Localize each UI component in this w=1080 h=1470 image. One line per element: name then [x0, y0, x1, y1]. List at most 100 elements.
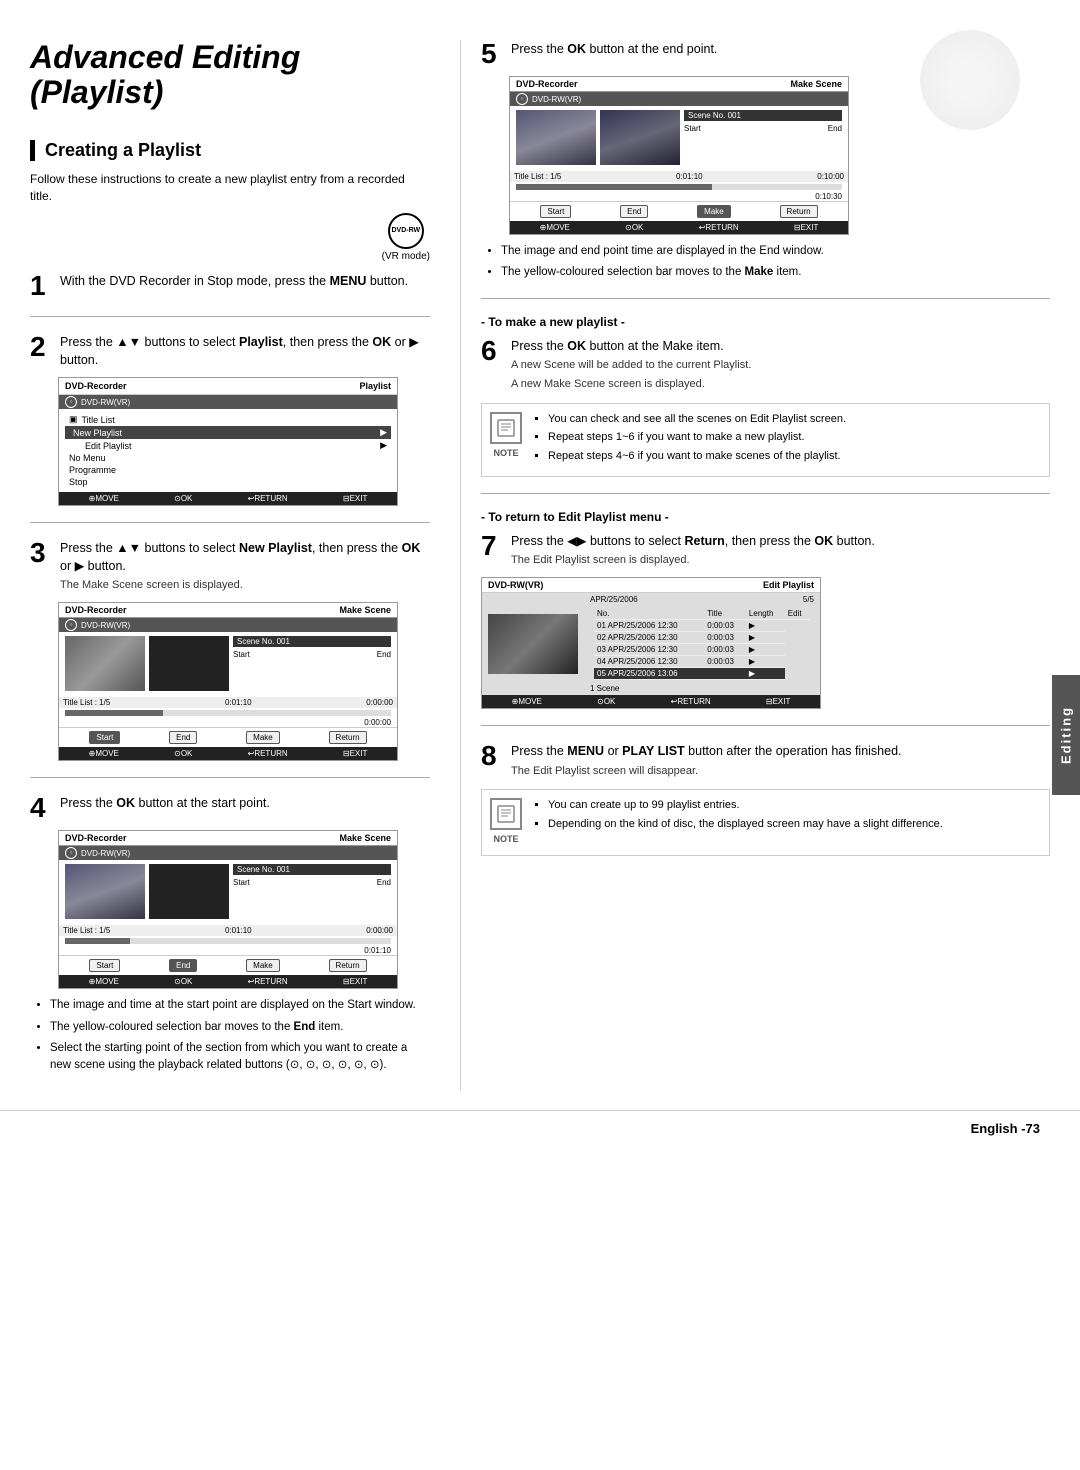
- step-3-text: Press the ▲▼ buttons to select New Playl…: [60, 539, 430, 594]
- intro-text: Follow these instructions to create a ne…: [30, 171, 430, 205]
- progress-fill-3: [65, 710, 163, 716]
- left-column: Advanced Editing (Playlist) Creating a P…: [30, 40, 460, 1090]
- dvd-small-icon: ○: [65, 396, 77, 408]
- divider-7: [481, 725, 1050, 726]
- step-1-number: 1: [30, 272, 52, 300]
- btn-return-5[interactable]: Return: [780, 205, 818, 218]
- note-content-6: You can check and see all the scenes on …: [530, 412, 1041, 469]
- ep-header: DVD-RW(VR) Edit Playlist: [482, 578, 820, 593]
- btn-return-3[interactable]: Return: [329, 731, 367, 744]
- step-7-number: 7: [481, 532, 503, 560]
- note-label-6: NOTE: [493, 448, 518, 458]
- note-item-6-2: Repeat steps 1~6 if you want to make a n…: [548, 430, 1041, 446]
- btn-make-3[interactable]: Make: [246, 731, 280, 744]
- step-6-header: 6 Press the OK button at the Make item. …: [481, 337, 1050, 393]
- progress-bar-4: [65, 938, 391, 944]
- ep-row-1: 01 APR/25/2006 12:30 0:00:03 ▶: [594, 620, 810, 632]
- scene-no-bar-5: Scene No. 001: [684, 110, 842, 121]
- scene-info-3: Scene No. 001 Start End: [233, 636, 391, 691]
- ep-row-3: 03 APR/25/2006 12:30 0:00:03 ▶: [594, 644, 810, 656]
- dvd-rw-icon: DVD-RW: [388, 213, 424, 249]
- step4-bullets: The image and time at the start point ar…: [30, 997, 430, 1074]
- bullet-5-1: The image and end point time are display…: [501, 243, 1050, 260]
- note-item-8-2: Depending on the kind of disc, the displ…: [548, 817, 1041, 833]
- btn-make-5[interactable]: Make: [697, 205, 731, 218]
- content-wrapper: Advanced Editing (Playlist) Creating a P…: [0, 40, 1080, 1146]
- scene-info-5: Scene No. 001 Start End: [684, 110, 842, 165]
- make-scene-header-3: DVD-Recorder Make Scene: [59, 603, 397, 618]
- progress-bar-5: [516, 184, 842, 190]
- step-8-block: 8 Press the MENU or PLAY LIST button aft…: [481, 742, 1050, 856]
- btn-make-4[interactable]: Make: [246, 959, 280, 972]
- progress-bar-3: [65, 710, 391, 716]
- ep-row-4: 04 APR/25/2006 12:30 0:00:03 ▶: [594, 656, 810, 668]
- dvd-row-4: ○ DVD-RW(VR): [59, 846, 397, 860]
- ep-info: APR/25/2006 5/5 No. Title Length: [584, 595, 814, 693]
- bullet-5-2: The yellow-coloured selection bar moves …: [501, 264, 1050, 281]
- step-1-header: 1 With the DVD Recorder in Stop mode, pr…: [30, 272, 430, 300]
- sub-heading-make-new: - To make a new playlist -: [481, 315, 1050, 329]
- scene-no-bar-4: Scene No. 001: [233, 864, 391, 875]
- video-thumb-start-5: [516, 110, 596, 165]
- btn-end-4[interactable]: End: [169, 959, 197, 972]
- step-5-text: Press the OK button at the end point.: [511, 40, 1050, 58]
- step-8-header: 8 Press the MENU or PLAY LIST button aft…: [481, 742, 1050, 779]
- step-6-block: 6 Press the OK button at the Make item. …: [481, 337, 1050, 478]
- video-thumb-start-4: [65, 864, 145, 919]
- time-info-5: Start End: [684, 124, 842, 133]
- step-2-header: 2 Press the ▲▼ buttons to select Playlis…: [30, 333, 430, 369]
- note-svg-8: [496, 804, 516, 824]
- menu-item-nomenu: No Menu: [65, 452, 391, 464]
- step-4-block: 4 Press the OK button at the start point…: [30, 794, 430, 1074]
- btn-start-3[interactable]: Start: [89, 731, 120, 744]
- note-item-6-3: Repeat steps 4~6 if you want to make sce…: [548, 449, 1041, 465]
- note-box-6: NOTE You can check and see all the scene…: [481, 403, 1050, 478]
- btn-start-5[interactable]: Start: [540, 205, 571, 218]
- page-footer: English -73: [0, 1110, 1080, 1146]
- note-list-6: You can check and see all the scenes on …: [530, 412, 1041, 466]
- step-3-subtext: The Make Scene screen is displayed.: [60, 579, 243, 591]
- menu-item-newplaylist: New Playlist ▶: [65, 426, 391, 439]
- step-8-sub: The Edit Playlist screen will disappear.: [511, 765, 698, 777]
- divider-1: [30, 316, 430, 317]
- ep-row-5: 05 APR/25/2006 13:06 ▶: [594, 668, 810, 680]
- video-thumb-end-4: [149, 864, 229, 919]
- btn-start-4[interactable]: Start: [89, 959, 120, 972]
- time-info-4: Start End: [233, 878, 391, 887]
- section-heading: Creating a Playlist: [30, 140, 430, 161]
- footer-4: ⊕MOVE ⊙OK ↩RETURN ⊟EXIT: [59, 975, 397, 988]
- menu-item-titlelist: ▣ Title List: [65, 413, 391, 426]
- step-1-block: 1 With the DVD Recorder in Stop mode, pr…: [30, 272, 430, 300]
- screen-dvd-row: ○ DVD-RW(VR): [59, 395, 397, 409]
- make-scene-screen-step5: DVD-Recorder Make Scene ○ DVD-RW(VR): [509, 76, 849, 235]
- make-scene-screen-step3: DVD-Recorder Make Scene ○ DVD-RW(VR): [58, 602, 398, 761]
- screen-header: DVD-Recorder Playlist: [59, 378, 397, 395]
- ep-footer: ⊕MOVE ⊙OK ↩RETURN ⊟EXIT: [482, 695, 820, 708]
- divider-3: [30, 777, 430, 778]
- video-thumb-end-3: [149, 636, 229, 691]
- make-scene-content-3: Scene No. 001 Start End: [59, 632, 397, 695]
- step-4-text: Press the OK button at the start point.: [60, 794, 430, 812]
- page-title: Advanced Editing (Playlist): [30, 40, 430, 110]
- title-list-row-4: Title List : 1/5 0:01:10 0:00:00: [59, 925, 397, 936]
- ep-thumb: [488, 614, 578, 674]
- step-3-header: 3 Press the ▲▼ buttons to select New Pla…: [30, 539, 430, 594]
- step-6-sub2: A new Make Scene screen is displayed.: [511, 378, 705, 390]
- dvd-badge-container: DVD-RW (VR mode): [30, 213, 430, 262]
- make-scene-screen-step4: DVD-Recorder Make Scene ○ DVD-RW(VR): [58, 830, 398, 989]
- step-7-text: Press the ◀▶ buttons to select Return, t…: [511, 532, 1050, 569]
- footer-3: ⊕MOVE ⊙OK ↩RETURN ⊟EXIT: [59, 747, 397, 760]
- btn-return-4[interactable]: Return: [329, 959, 367, 972]
- step-8-text: Press the MENU or PLAY LIST button after…: [511, 742, 1050, 779]
- title-list-row-5: Title List : 1/5 0:01:10 0:10:00: [510, 171, 848, 182]
- make-scene-content-5: Scene No. 001 Start End: [510, 106, 848, 169]
- step-2-number: 2: [30, 333, 52, 361]
- divider-2: [30, 522, 430, 523]
- playlist-menu-screen: DVD-Recorder Playlist ○ DVD-RW(VR) ▣ Tit…: [58, 377, 398, 506]
- step-5-block: 5 Press the OK button at the end point. …: [481, 40, 1050, 282]
- scene-info-4: Scene No. 001 Start End: [233, 864, 391, 919]
- page-number: English -73: [971, 1121, 1040, 1136]
- btn-end-3[interactable]: End: [169, 731, 197, 744]
- note-content-8: You can create up to 99 playlist entries…: [530, 798, 1041, 847]
- btn-end-5[interactable]: End: [620, 205, 648, 218]
